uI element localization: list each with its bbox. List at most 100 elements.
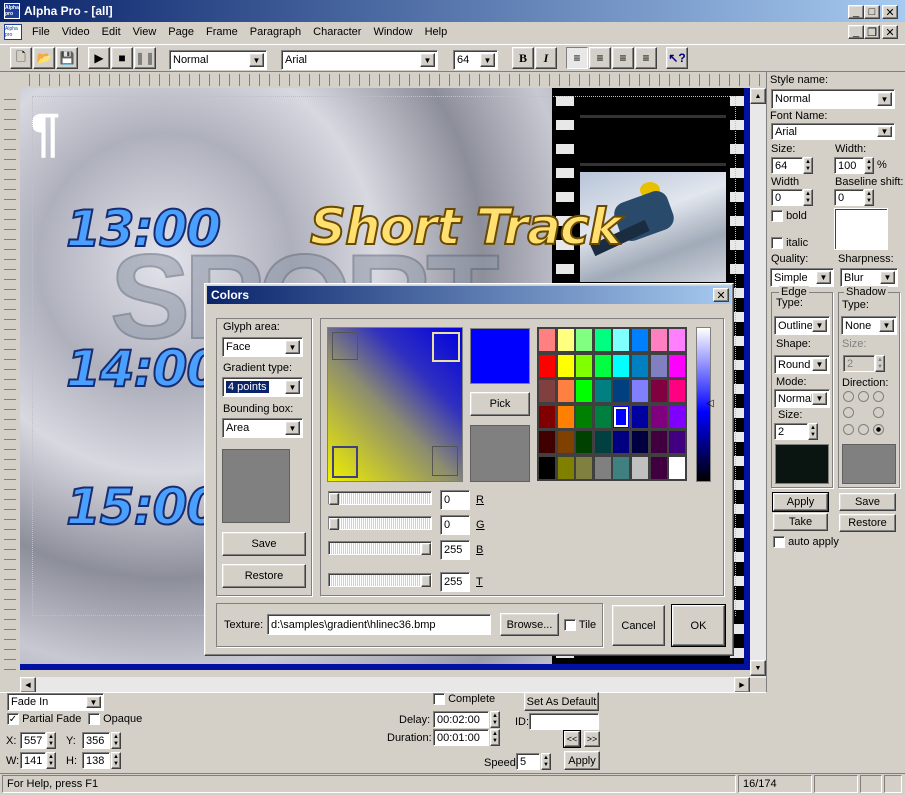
gradient-point-bl[interactable] bbox=[332, 446, 358, 478]
size-input[interactable]: 64 bbox=[771, 157, 803, 174]
palette-swatch[interactable] bbox=[612, 328, 631, 352]
scroll-right-icon[interactable]: ▶ bbox=[734, 677, 750, 693]
baseline-input[interactable]: 0 bbox=[834, 189, 864, 206]
align-right-icon[interactable]: ≡ bbox=[612, 47, 634, 69]
palette-swatch[interactable] bbox=[612, 404, 631, 429]
menu-file[interactable]: File bbox=[26, 26, 56, 38]
palette-swatch[interactable] bbox=[538, 379, 556, 403]
transparency-slider[interactable] bbox=[328, 573, 432, 587]
bottom-apply-button[interactable]: Apply bbox=[564, 751, 600, 770]
edge-size-input[interactable]: 2 bbox=[774, 423, 808, 440]
menu-help[interactable]: Help bbox=[419, 26, 454, 38]
palette-swatch[interactable] bbox=[556, 430, 575, 454]
palette-swatch[interactable] bbox=[668, 430, 687, 454]
style-take-button[interactable]: Take bbox=[773, 513, 828, 531]
chevron-down-icon[interactable]: ▼ bbox=[877, 92, 892, 106]
direction-radio-w[interactable] bbox=[843, 407, 854, 418]
menu-view[interactable]: View bbox=[127, 26, 163, 38]
duration-input[interactable]: 00:01:00 bbox=[433, 729, 489, 746]
sharpness-select[interactable]: Blur ▼ bbox=[840, 268, 898, 287]
next-button[interactable]: >> bbox=[584, 731, 600, 747]
palette-swatch[interactable] bbox=[631, 328, 649, 352]
gradient-point-br[interactable] bbox=[432, 446, 458, 476]
partial-fade-checkbox[interactable]: ✓ Partial Fade bbox=[7, 713, 81, 726]
palette-swatch[interactable] bbox=[556, 379, 575, 403]
palette-swatch[interactable] bbox=[649, 353, 668, 378]
palette-swatch[interactable] bbox=[556, 404, 575, 429]
effect-select[interactable]: Fade In ▼ bbox=[7, 693, 104, 711]
y-spinner[interactable]: ▲ ▼ bbox=[111, 732, 121, 749]
style-select[interactable]: Normal ▼ bbox=[169, 50, 267, 70]
width2-spinner[interactable]: ▲ ▼ bbox=[803, 189, 813, 206]
x-input[interactable]: 557 bbox=[20, 732, 46, 749]
play-icon[interactable]: ▶ bbox=[88, 47, 110, 69]
red-slider[interactable] bbox=[328, 491, 432, 505]
chevron-down-icon[interactable]: ▼ bbox=[285, 380, 300, 394]
palette-swatch[interactable] bbox=[668, 379, 687, 403]
colors-save-button[interactable]: Save bbox=[222, 532, 306, 556]
menu-edit[interactable]: Edit bbox=[96, 26, 127, 38]
menu-frame[interactable]: Frame bbox=[200, 26, 244, 38]
chevron-down-icon[interactable]: ▼ bbox=[285, 421, 300, 435]
blue-slider[interactable] bbox=[328, 541, 432, 555]
palette-swatch[interactable] bbox=[575, 455, 594, 480]
pick-button[interactable]: Pick bbox=[470, 392, 530, 416]
palette-swatch[interactable] bbox=[538, 455, 556, 480]
italic-button[interactable]: I bbox=[535, 47, 557, 69]
colors-cancel-button[interactable]: Cancel bbox=[612, 605, 665, 646]
chevron-down-icon[interactable]: ▼ bbox=[877, 126, 892, 137]
direction-radio-ne[interactable] bbox=[873, 391, 884, 402]
shadow-size-spinner[interactable]: ▲ ▼ bbox=[875, 355, 885, 372]
palette-swatch[interactable] bbox=[593, 455, 612, 480]
duration-spinner[interactable]: ▲ ▼ bbox=[490, 729, 500, 746]
w-spinner[interactable]: ▲ ▼ bbox=[46, 752, 56, 769]
y-input[interactable]: 356 bbox=[82, 732, 110, 749]
speed-spinner[interactable]: ▲ ▼ bbox=[541, 753, 551, 770]
mode-select[interactable]: Normal ▼ bbox=[774, 389, 830, 408]
palette-swatch[interactable] bbox=[612, 430, 631, 454]
direction-radio-se[interactable] bbox=[873, 424, 884, 435]
chevron-down-icon[interactable]: ▼ bbox=[879, 319, 894, 332]
edge-type-select[interactable]: Outline ▼ bbox=[774, 316, 830, 335]
palette-swatch[interactable] bbox=[556, 455, 575, 480]
bold-checkbox[interactable]: bold bbox=[771, 210, 807, 223]
justify-icon[interactable]: ≡ bbox=[635, 47, 657, 69]
bounding-box-select[interactable]: Area ▼ bbox=[222, 418, 303, 438]
stop-icon[interactable]: ■ bbox=[111, 47, 133, 69]
style-apply-button[interactable]: Apply bbox=[772, 492, 829, 512]
align-center-icon[interactable]: ≡ bbox=[589, 47, 611, 69]
italic-checkbox[interactable]: italic bbox=[771, 237, 808, 250]
chevron-down-icon[interactable]: ▼ bbox=[816, 271, 831, 284]
edge-size-spinner[interactable]: ▲ ▼ bbox=[808, 423, 818, 440]
align-left-icon[interactable]: ≡ bbox=[566, 47, 588, 69]
palette-swatch[interactable] bbox=[631, 455, 649, 480]
chevron-down-icon[interactable]: ▼ bbox=[812, 319, 827, 332]
mdi-icon[interactable]: Alpha pro bbox=[4, 24, 22, 40]
x-spinner[interactable]: ▲ ▼ bbox=[46, 732, 56, 749]
palette-swatch[interactable] bbox=[538, 430, 556, 454]
palette-swatch[interactable] bbox=[612, 379, 631, 403]
delay-input[interactable]: 00:02:00 bbox=[433, 711, 489, 728]
gradient-point-tl[interactable] bbox=[332, 332, 358, 360]
size-spinner[interactable]: ▲ ▼ bbox=[803, 157, 813, 174]
tile-checkbox[interactable]: Tile bbox=[564, 619, 596, 632]
chevron-down-icon[interactable]: ▼ bbox=[880, 271, 895, 284]
open-folder-icon[interactable]: 📂 bbox=[33, 47, 55, 69]
w-input[interactable]: 141 bbox=[20, 752, 46, 769]
h-input[interactable]: 138 bbox=[82, 752, 110, 769]
texture-input[interactable]: d:\samples\gradient\hlinec36.bmp bbox=[267, 614, 491, 635]
palette-swatch[interactable] bbox=[649, 379, 668, 403]
palette-swatch[interactable] bbox=[538, 404, 556, 429]
menu-video[interactable]: Video bbox=[56, 26, 96, 38]
prev-button[interactable]: << bbox=[563, 730, 581, 748]
mdi-restore-button[interactable]: ❐ bbox=[864, 25, 880, 39]
palette-swatch[interactable] bbox=[575, 404, 594, 429]
menu-page[interactable]: Page bbox=[162, 26, 200, 38]
direction-radio-n[interactable] bbox=[858, 391, 869, 402]
palette-swatch[interactable] bbox=[593, 353, 612, 378]
h-spinner[interactable]: ▲ ▼ bbox=[111, 752, 121, 769]
palette-swatch[interactable] bbox=[556, 353, 575, 378]
chevron-down-icon[interactable]: ▼ bbox=[812, 358, 827, 371]
font-select[interactable]: Arial ▼ bbox=[281, 50, 438, 70]
chevron-down-icon[interactable]: ▼ bbox=[249, 53, 264, 67]
